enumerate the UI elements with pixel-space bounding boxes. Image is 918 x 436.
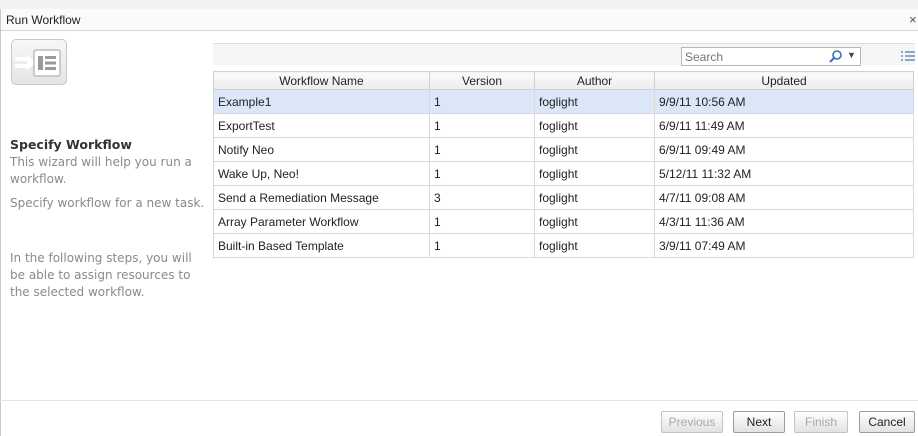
workflow-name-cell: ExportTest	[213, 113, 430, 138]
top-strip	[0, 0, 918, 9]
step-title: Specify Workflow	[10, 137, 132, 152]
wizard-intro-text: This wizard will help you run a workflow…	[10, 155, 192, 186]
version-cell: 1	[429, 89, 535, 114]
column-header-version[interactable]: Version	[429, 71, 535, 90]
workflow-table: Workflow Name Version Author Updated Exa…	[213, 71, 914, 258]
updated-cell: 6/9/11 11:49 AM	[654, 113, 914, 138]
updated-cell: 4/7/11 09:08 AM	[654, 185, 914, 210]
author-cell: foglight	[534, 233, 655, 258]
wizard-next-steps-text: In the following steps, you will be able…	[10, 251, 192, 299]
column-options-icon[interactable]	[901, 50, 915, 62]
version-cell: 1	[429, 209, 535, 234]
column-header-updated[interactable]: Updated	[654, 71, 914, 90]
version-cell: 3	[429, 185, 535, 210]
chevron-down-icon[interactable]: ▼	[847, 50, 856, 60]
updated-cell: 4/3/11 11:36 AM	[654, 209, 914, 234]
updated-cell: 9/9/11 10:56 AM	[654, 89, 914, 114]
dialog-title: Run Workflow	[6, 13, 81, 27]
author-cell: foglight	[534, 161, 655, 186]
finish-button[interactable]: Finish	[794, 411, 848, 433]
search-input[interactable]	[685, 49, 825, 64]
cancel-button[interactable]: Cancel	[859, 411, 915, 433]
workflow-name-cell: Example1	[213, 89, 430, 114]
search-icon[interactable]	[828, 49, 844, 64]
close-icon[interactable]: ×	[909, 12, 917, 27]
author-cell: foglight	[534, 185, 655, 210]
column-header-author[interactable]: Author	[534, 71, 655, 90]
updated-cell: 5/12/11 11:32 AM	[654, 161, 914, 186]
workflow-name-cell: Send a Remediation Message	[213, 185, 430, 210]
author-cell: foglight	[534, 89, 655, 114]
table-row[interactable]: Notify Neo 1 foglight 6/9/11 09:49 AM	[213, 137, 914, 162]
workflow-wizard-icon	[11, 39, 67, 85]
column-header-workflow-name[interactable]: Workflow Name	[213, 71, 430, 90]
updated-cell: 6/9/11 09:49 AM	[654, 137, 914, 162]
workflow-name-cell: Wake Up, Neo!	[213, 161, 430, 186]
table-row[interactable]: Array Parameter Workflow 1 foglight 4/3/…	[213, 209, 914, 234]
workflow-name-cell: Array Parameter Workflow	[213, 209, 430, 234]
wizard-step-text: Specify workflow for a new task.	[10, 196, 205, 210]
author-cell: foglight	[534, 209, 655, 234]
previous-button[interactable]: Previous	[661, 411, 723, 433]
version-cell: 1	[429, 161, 535, 186]
author-cell: foglight	[534, 113, 655, 138]
search-box[interactable]: ▼	[681, 47, 861, 66]
table-row[interactable]: Built-in Based Template 1 foglight 3/9/1…	[213, 233, 914, 258]
footer-divider	[0, 400, 918, 401]
workflow-name-cell: Built-in Based Template	[213, 233, 430, 258]
version-cell: 1	[429, 137, 535, 162]
title-bar: Run Workflow ×	[1, 9, 918, 31]
table-row[interactable]: Example1 1 foglight 9/9/11 10:56 AM	[213, 89, 914, 114]
author-cell: foglight	[534, 137, 655, 162]
table-header-row: Workflow Name Version Author Updated	[213, 71, 914, 90]
table-row[interactable]: Send a Remediation Message 3 foglight 4/…	[213, 185, 914, 210]
version-cell: 1	[429, 233, 535, 258]
version-cell: 1	[429, 113, 535, 138]
table-row[interactable]: Wake Up, Neo! 1 foglight 5/12/11 11:32 A…	[213, 161, 914, 186]
workflow-name-cell: Notify Neo	[213, 137, 430, 162]
updated-cell: 3/9/11 07:49 AM	[654, 233, 914, 258]
next-button[interactable]: Next	[733, 411, 785, 433]
table-row[interactable]: ExportTest 1 foglight 6/9/11 11:49 AM	[213, 113, 914, 138]
